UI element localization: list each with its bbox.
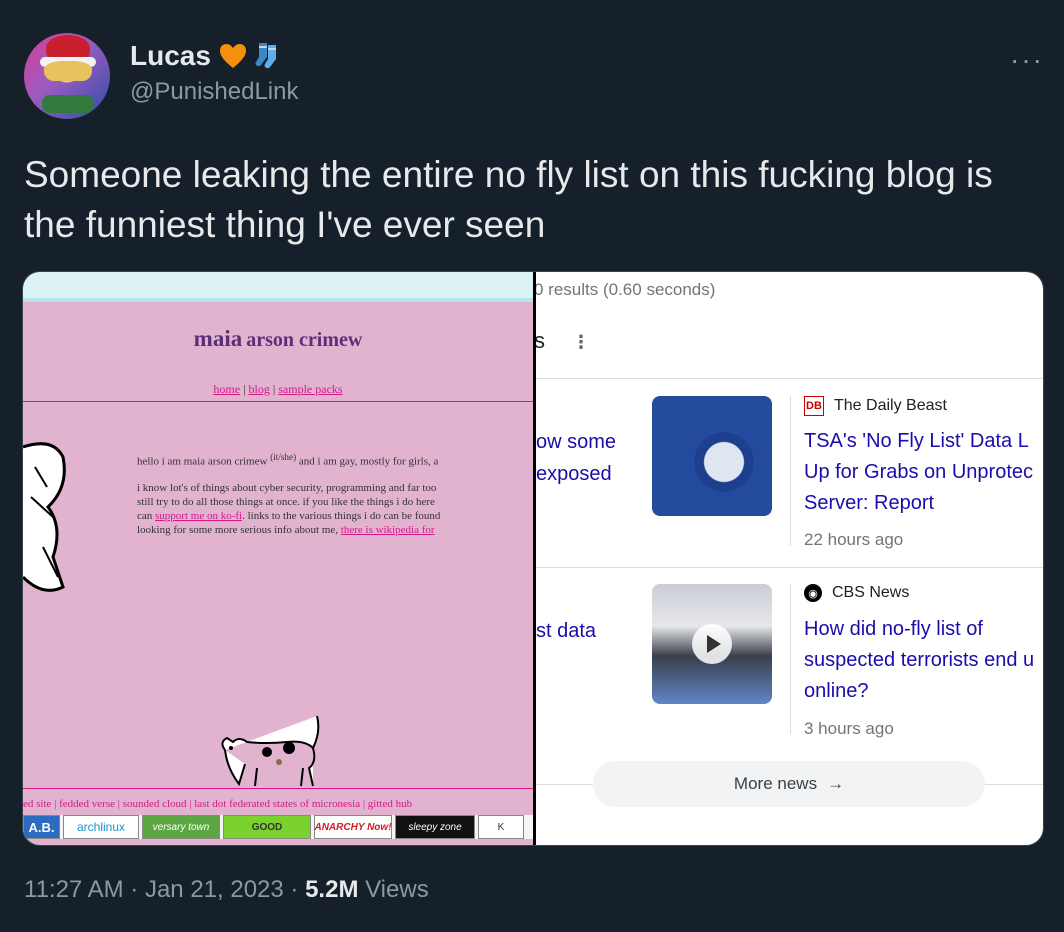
tweet-media[interactable]: maia arson crimew home | blog | sample p… xyxy=(22,271,1044,846)
source-name: CBS News xyxy=(832,584,910,601)
blog-title-first: maia xyxy=(193,326,243,351)
scarf-shape xyxy=(42,95,94,113)
more-news-button[interactable]: More news → xyxy=(593,761,985,807)
blog-footer-links[interactable]: ed site | fedded verse | sounded cloud |… xyxy=(23,798,533,810)
author-name[interactable]: Lucas xyxy=(130,40,211,72)
hair-shape xyxy=(44,61,92,81)
tweet-meta: 11:27 AM · Jan 21, 2023 · 5.2M Views xyxy=(24,876,429,904)
tweet-time[interactable]: 11:27 AM xyxy=(24,876,124,903)
meta-sep: · xyxy=(283,876,306,903)
headline-1-line3: Server: Report xyxy=(804,492,935,514)
orange-heart-icon xyxy=(219,44,246,68)
meta-sep: · xyxy=(123,876,145,903)
blog-title-last: arson crimew xyxy=(246,329,363,351)
badge-versary-town[interactable]: versary town xyxy=(142,815,220,839)
badge-ab[interactable]: A.B. xyxy=(23,815,60,839)
vertical-divider-1 xyxy=(790,396,791,546)
time-1: 22 hours ago xyxy=(804,530,904,549)
blog-topbar xyxy=(23,272,533,302)
tsa-patch-thumbnail[interactable] xyxy=(652,396,772,516)
google-news-screenshot: 0 results (0.60 seconds) s ⋮ ow some exp… xyxy=(536,272,1043,845)
daily-beast-logo-icon: DB xyxy=(804,396,824,416)
pronouns: (it/she) xyxy=(270,452,297,462)
tweet-date[interactable]: Jan 21, 2023 xyxy=(145,876,284,903)
section-fragment: s xyxy=(536,328,545,354)
arrow-right-icon: → xyxy=(827,774,845,793)
cbs-eye-icon: ◉ xyxy=(804,584,822,602)
badge-sleepy-zone[interactable]: sleepy zone xyxy=(395,815,475,839)
left-snippet-1-line1: ow some xyxy=(536,431,617,453)
more-options-icon[interactable]: ··· xyxy=(1010,44,1044,76)
blog-screenshot: maia arson crimew home | blog | sample p… xyxy=(23,272,533,845)
source-cbs-news: ◉ CBS News xyxy=(804,584,909,602)
airport-video-thumbnail[interactable] xyxy=(652,584,772,704)
middle-divider xyxy=(536,567,1043,568)
intro-b: and i am gay, mostly for girls, a xyxy=(296,455,439,468)
nav-sep: | xyxy=(269,382,279,396)
para2-line4a: looking for some more serious info about… xyxy=(137,523,341,536)
socks-icon xyxy=(255,43,276,69)
author-handle[interactable]: @PunishedLink xyxy=(130,78,298,106)
source-name: The Daily Beast xyxy=(834,397,947,414)
blog-title: maia arson crimew xyxy=(23,326,533,352)
para2-line1: i know lot's of things about cyber secur… xyxy=(137,481,437,494)
play-icon[interactable] xyxy=(692,624,732,664)
blog-nav-blog[interactable]: blog xyxy=(249,382,270,396)
kofi-link[interactable]: support me on ko-fi xyxy=(155,510,242,522)
nav-sep: | xyxy=(240,382,249,396)
blog-footer-divider xyxy=(23,788,533,789)
left-snippet-2[interactable]: st data xyxy=(536,615,596,647)
blog-nav: home | blog | sample packs xyxy=(23,382,533,397)
views-count: 5.2M xyxy=(305,876,359,903)
badge-anarchy[interactable]: ANARCHY Now! xyxy=(314,815,392,839)
views-label: Views xyxy=(358,876,429,903)
vertical-divider-2 xyxy=(790,584,791,734)
blog-intro: hello i am maia arson crimew (it/she) an… xyxy=(137,450,537,549)
tweet-text: Someone leaking the entire no fly list o… xyxy=(24,154,993,245)
para2-line2: still try to do all those things at once… xyxy=(137,495,435,508)
headline-2-line3: online? xyxy=(804,680,869,702)
avatar[interactable] xyxy=(24,33,110,119)
para2-line3b: . links to the various things i do can b… xyxy=(242,509,441,522)
results-count: 0 results (0.60 seconds) xyxy=(536,280,716,299)
sketch-drawing-icon xyxy=(23,442,66,592)
intro-a: hello i am maia arson crimew xyxy=(137,455,271,468)
para2-line3a: can xyxy=(137,509,156,522)
cat-icon xyxy=(221,715,320,787)
blog-badges: A.B. archlinux versary town GOOD ANARCHY… xyxy=(23,815,533,839)
more-news-label: More news xyxy=(733,774,818,793)
badge-archlinux[interactable]: archlinux xyxy=(63,815,139,839)
source-daily-beast: DB The Daily Beast xyxy=(804,396,947,416)
headline-2-line1: How did no-fly list of xyxy=(804,618,983,640)
kebab-menu-icon[interactable]: ⋮ xyxy=(572,332,590,353)
badge-k[interactable]: K xyxy=(478,815,524,839)
author-name-row[interactable]: Lucas xyxy=(130,40,281,72)
blog-nav-sample-packs[interactable]: sample packs xyxy=(278,382,342,396)
top-divider xyxy=(536,378,1043,379)
headline-2[interactable]: How did no-fly list of suspected terrori… xyxy=(804,614,1043,707)
headline-2-line2: suspected terrorists end u xyxy=(804,649,1035,671)
headline-1-line2: Up for Grabs on Unprotec xyxy=(804,461,1033,483)
headline-1-line1: TSA's 'No Fly List' Data L xyxy=(804,430,1029,452)
left-snippet-1-line2: exposed xyxy=(536,463,612,485)
headline-1[interactable]: TSA's 'No Fly List' Data L Up for Grabs … xyxy=(804,426,1043,519)
blog-divider xyxy=(23,401,533,402)
santa-hat-icon xyxy=(40,35,96,67)
left-snippet-1[interactable]: ow some exposed xyxy=(536,426,616,490)
badge-good[interactable]: GOOD xyxy=(223,815,311,839)
blog-nav-home[interactable]: home xyxy=(213,382,240,396)
time-2: 3 hours ago xyxy=(804,719,894,738)
wikipedia-link[interactable]: there is wikipedia for xyxy=(341,524,435,536)
